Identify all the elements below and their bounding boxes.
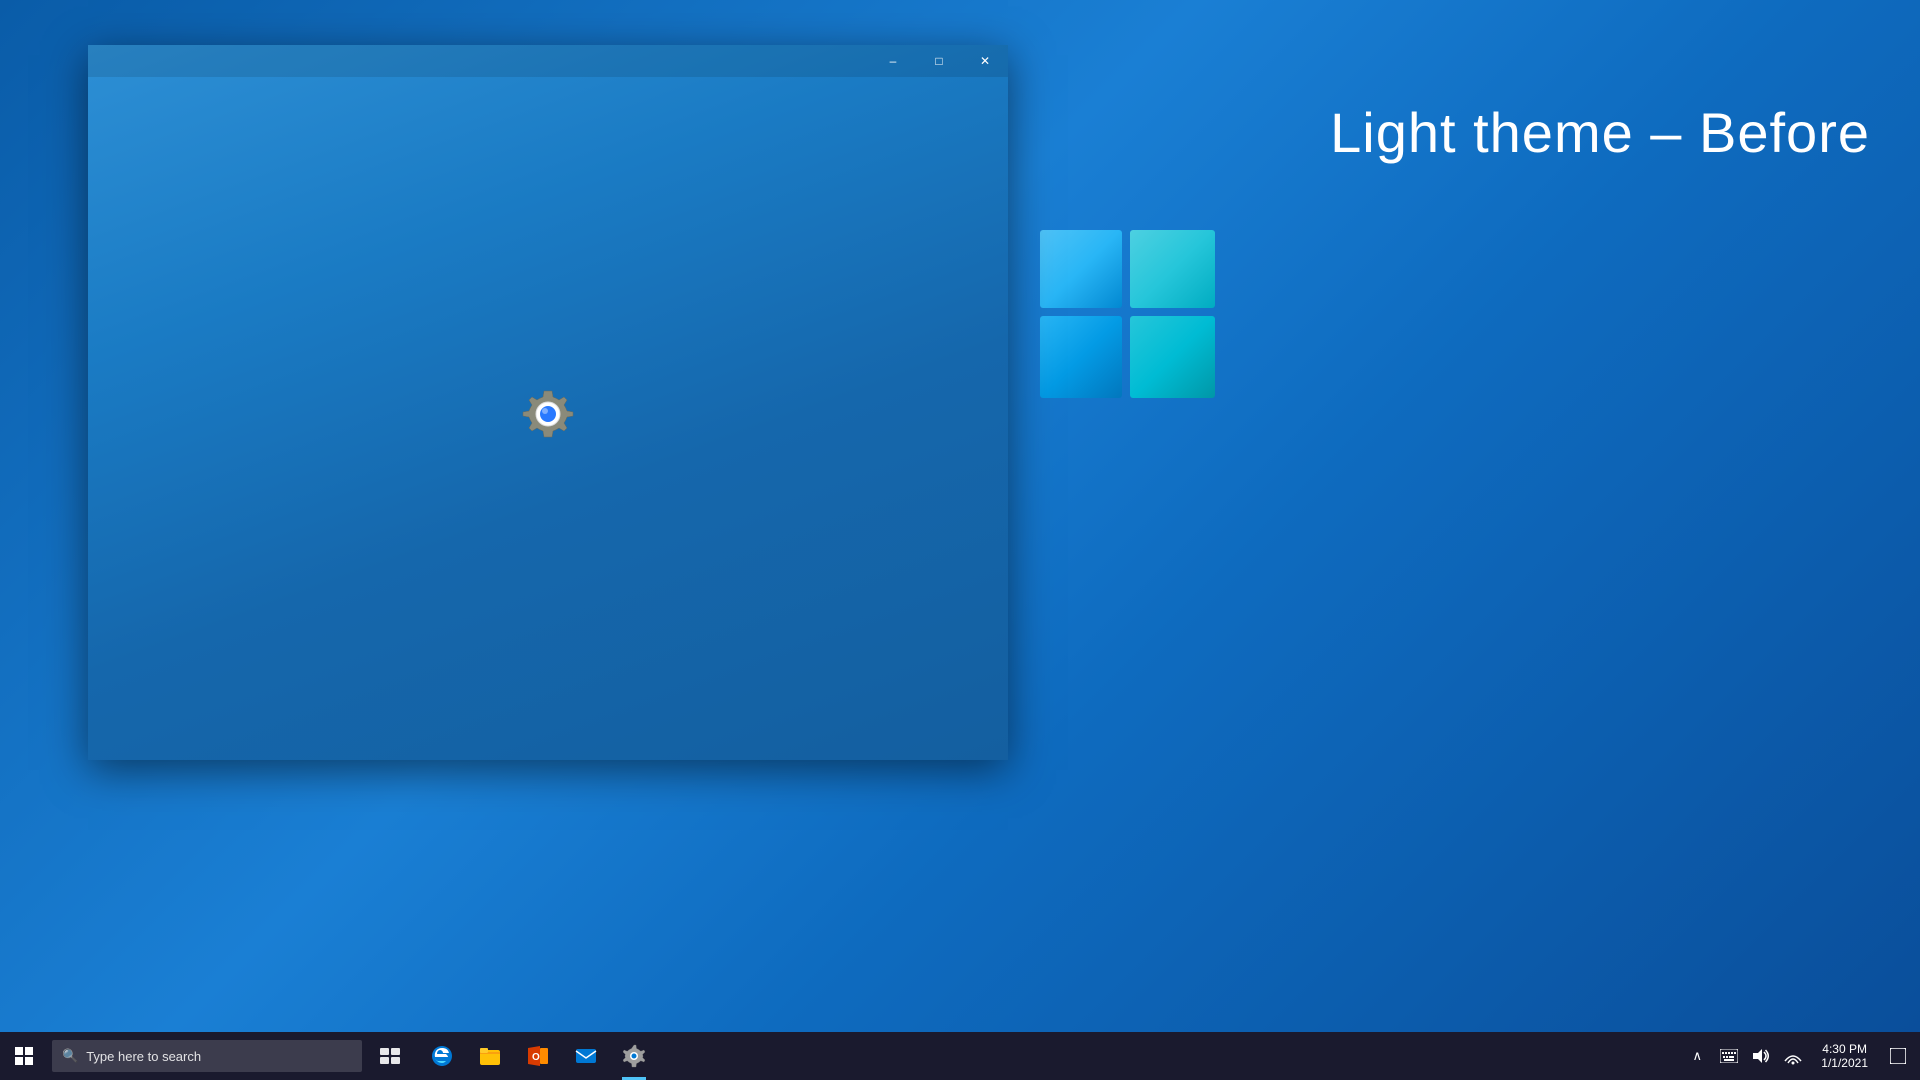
clock-time: 4:30 PM <box>1822 1042 1867 1056</box>
win-logo-br <box>1130 316 1215 398</box>
theme-label: Light theme – Before <box>1330 100 1870 165</box>
win-logo-tl <box>1040 230 1122 308</box>
clock-date: 1/1/2021 <box>1821 1056 1868 1070</box>
hidden-icons-button[interactable]: ∧ <box>1681 1032 1713 1080</box>
keyboard-icon[interactable] <box>1713 1032 1745 1080</box>
window-content <box>88 77 1008 760</box>
windows-logo <box>1040 230 1240 590</box>
settings-icon[interactable] <box>610 1032 658 1080</box>
start-button[interactable] <box>0 1032 48 1080</box>
search-placeholder: Type here to search <box>86 1049 201 1064</box>
svg-text:O: O <box>532 1052 540 1063</box>
mail-icon[interactable] <box>562 1032 610 1080</box>
volume-icon[interactable] <box>1745 1032 1777 1080</box>
minimize-button[interactable]: – <box>870 45 916 77</box>
win-logo-bl <box>1040 316 1122 398</box>
settings-gear-icon <box>518 389 578 449</box>
search-icon: 🔍 <box>62 1048 78 1064</box>
title-bar-controls: – □ ✕ <box>870 45 1008 77</box>
task-view-button[interactable] <box>366 1032 414 1080</box>
win-logo-tr <box>1130 230 1215 308</box>
edge-icon[interactable] <box>418 1032 466 1080</box>
system-clock[interactable]: 4:30 PM 1/1/2021 <box>1809 1032 1880 1080</box>
settings-window: – □ ✕ <box>88 45 1008 760</box>
taskbar-system-tray: ∧ <box>1681 1032 1920 1080</box>
maximize-button[interactable]: □ <box>916 45 962 77</box>
taskbar-search[interactable]: 🔍 Type here to search <box>52 1040 362 1072</box>
taskbar: 🔍 Type here to search <box>0 1032 1920 1080</box>
taskbar-pinned-apps: O <box>418 1032 658 1080</box>
notification-center[interactable] <box>1880 1032 1916 1080</box>
chevron-up-icon: ∧ <box>1693 1048 1703 1064</box>
title-bar: – □ ✕ <box>88 45 1008 77</box>
file-explorer-icon[interactable] <box>466 1032 514 1080</box>
office-icon[interactable]: O <box>514 1032 562 1080</box>
close-button[interactable]: ✕ <box>962 45 1008 77</box>
network-icon[interactable] <box>1777 1032 1809 1080</box>
desktop: Light theme – Before – □ ✕ <box>0 0 1920 1080</box>
